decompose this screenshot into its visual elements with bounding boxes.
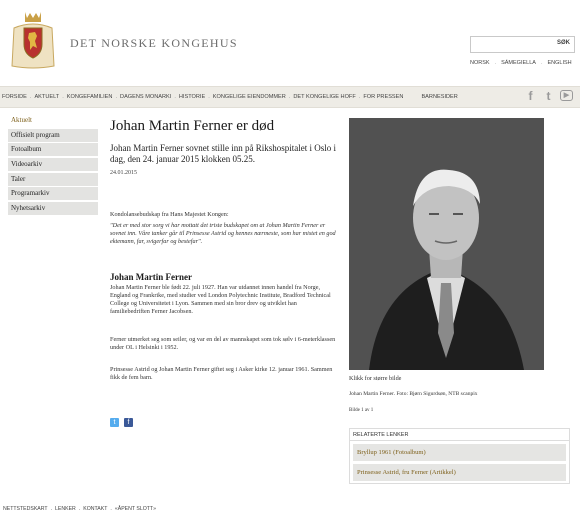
- article-date: 24.01.2015: [110, 170, 137, 176]
- photo-credit: Johan Martin Ferner. Foto: Bjørn Sigurds…: [349, 391, 478, 397]
- separator: .: [110, 506, 112, 512]
- language-selector: NORSK . SÁMEGIELLA . ENGLISH: [470, 60, 572, 66]
- related-links-panel: RELATERTE LENKER Bryllup 1961 (Fotoalbum…: [349, 428, 570, 484]
- related-link-bryllup[interactable]: Bryllup 1961 (Fotoalbum): [353, 444, 566, 461]
- separator: .: [29, 94, 32, 100]
- main-navigation: FORSIDE. AKTUELT. KONGEFAMILIEN. DAGENS …: [0, 86, 580, 108]
- twitter-icon[interactable]: t: [542, 89, 555, 103]
- related-link-prinsesse-astrid[interactable]: Prinsesse Astrid, fru Ferner (Artikkel): [353, 464, 566, 481]
- sidebar-item-aktuelt[interactable]: Aktuelt: [8, 114, 98, 127]
- search-button[interactable]: SØK: [557, 40, 570, 46]
- sidebar-item-videoarkiv[interactable]: Videoarkiv: [8, 158, 98, 172]
- portrait-photo[interactable]: [349, 118, 544, 370]
- lang-samegiella-link[interactable]: SÁMEGIELLA: [501, 60, 536, 66]
- separator: .: [208, 94, 210, 100]
- article-paragraph: Ferner utmerket seg som seiler, og var e…: [110, 336, 336, 351]
- article: Johan Martin Ferner er død Johan Martin …: [110, 118, 338, 427]
- section-heading: Johan Martin Ferner: [110, 272, 192, 282]
- portrait-photo-illustration: [349, 118, 544, 370]
- nav-item-det-kongelige-hoff[interactable]: DET KONGELIGE HOFF: [293, 94, 355, 100]
- separator: .: [50, 506, 53, 512]
- sidebar-item-offisielt-program[interactable]: Offisielt program: [8, 128, 98, 142]
- sidebar-item-fotoalbum[interactable]: Fotoalbum: [8, 143, 98, 157]
- royal-crest-logo[interactable]: [8, 8, 58, 70]
- article-paragraph: Johan Martin Ferner ble født 22. juli 19…: [110, 284, 331, 315]
- footer-link-nettstedskart[interactable]: NETTSTEDSKART: [3, 506, 48, 512]
- nav-item-dagens-monarki[interactable]: DAGENS MONARKI: [120, 94, 171, 100]
- social-links: f t ▶: [524, 89, 573, 103]
- nav-item-forside[interactable]: FORSIDE: [2, 94, 27, 100]
- footer-link-apent-slott[interactable]: «ÅPENT SLOTT»: [115, 506, 156, 512]
- separator: .: [288, 94, 291, 100]
- lang-english-link[interactable]: ENGLISH: [547, 60, 571, 66]
- condolence-quote: "Det er med stor sorg vi har mottatt det…: [110, 222, 336, 245]
- facebook-icon[interactable]: f: [524, 89, 537, 103]
- share-buttons: t f: [110, 418, 133, 427]
- search-input[interactable]: SØK: [470, 36, 575, 53]
- nav-item-barnesider[interactable]: BARNESIDER: [421, 94, 457, 100]
- separator: .: [115, 94, 118, 100]
- related-links-heading: RELATERTE LENKER: [350, 429, 569, 441]
- article-paragraph: Prinsesse Astrid og Johan Martin Ferner …: [110, 366, 333, 381]
- separator: .: [174, 94, 176, 100]
- sidebar-item-taler[interactable]: Taler: [8, 172, 98, 186]
- footer-link-kontakt[interactable]: KONTAKT: [83, 506, 107, 512]
- separator: .: [78, 506, 81, 512]
- enlarge-image-link[interactable]: Klikk for større bilde: [349, 375, 401, 382]
- separator: .: [540, 60, 543, 66]
- separator: .: [358, 94, 361, 100]
- twitter-share-icon[interactable]: t: [110, 418, 119, 427]
- nav-item-kongefamilien[interactable]: KONGEFAMILIEN: [67, 94, 113, 100]
- footer-links: NETTSTEDSKART. LENKER. KONTAKT. «ÅPENT S…: [3, 506, 156, 512]
- site-title[interactable]: DET NORSKE KONGEHUS: [70, 36, 238, 51]
- sidebar-item-nyhetsarkiv[interactable]: Nyhetsarkiv: [8, 202, 98, 216]
- nav-item-aktuelt[interactable]: AKTUELT: [34, 94, 59, 100]
- page-title: Johan Martin Ferner er død: [110, 118, 275, 134]
- sidebar-item-programarkiv[interactable]: Programarkiv: [8, 187, 98, 201]
- article-lead: Johan Martin Ferner sovnet stille inn på…: [110, 143, 336, 164]
- condolence-label: Kondolansebudskap fra Hans Majestet Kong…: [110, 211, 229, 218]
- separator: .: [494, 60, 497, 66]
- nav-item-kongelige-eiendommer[interactable]: KONGELIGE EIENDOMMER: [213, 94, 286, 100]
- sidebar: Aktuelt Offisielt program Fotoalbum Vide…: [8, 114, 98, 217]
- separator: .: [62, 94, 64, 100]
- footer-link-lenker[interactable]: LENKER: [55, 506, 76, 512]
- lang-norsk-link[interactable]: NORSK: [470, 60, 490, 66]
- nav-item-historie[interactable]: HISTORIE: [179, 94, 205, 100]
- nav-item-for-pressen[interactable]: FOR PRESSEN: [363, 94, 403, 100]
- facebook-share-icon[interactable]: f: [124, 418, 133, 427]
- photo-count: Bilde 1 av 1: [349, 408, 374, 413]
- youtube-icon[interactable]: ▶: [560, 90, 573, 101]
